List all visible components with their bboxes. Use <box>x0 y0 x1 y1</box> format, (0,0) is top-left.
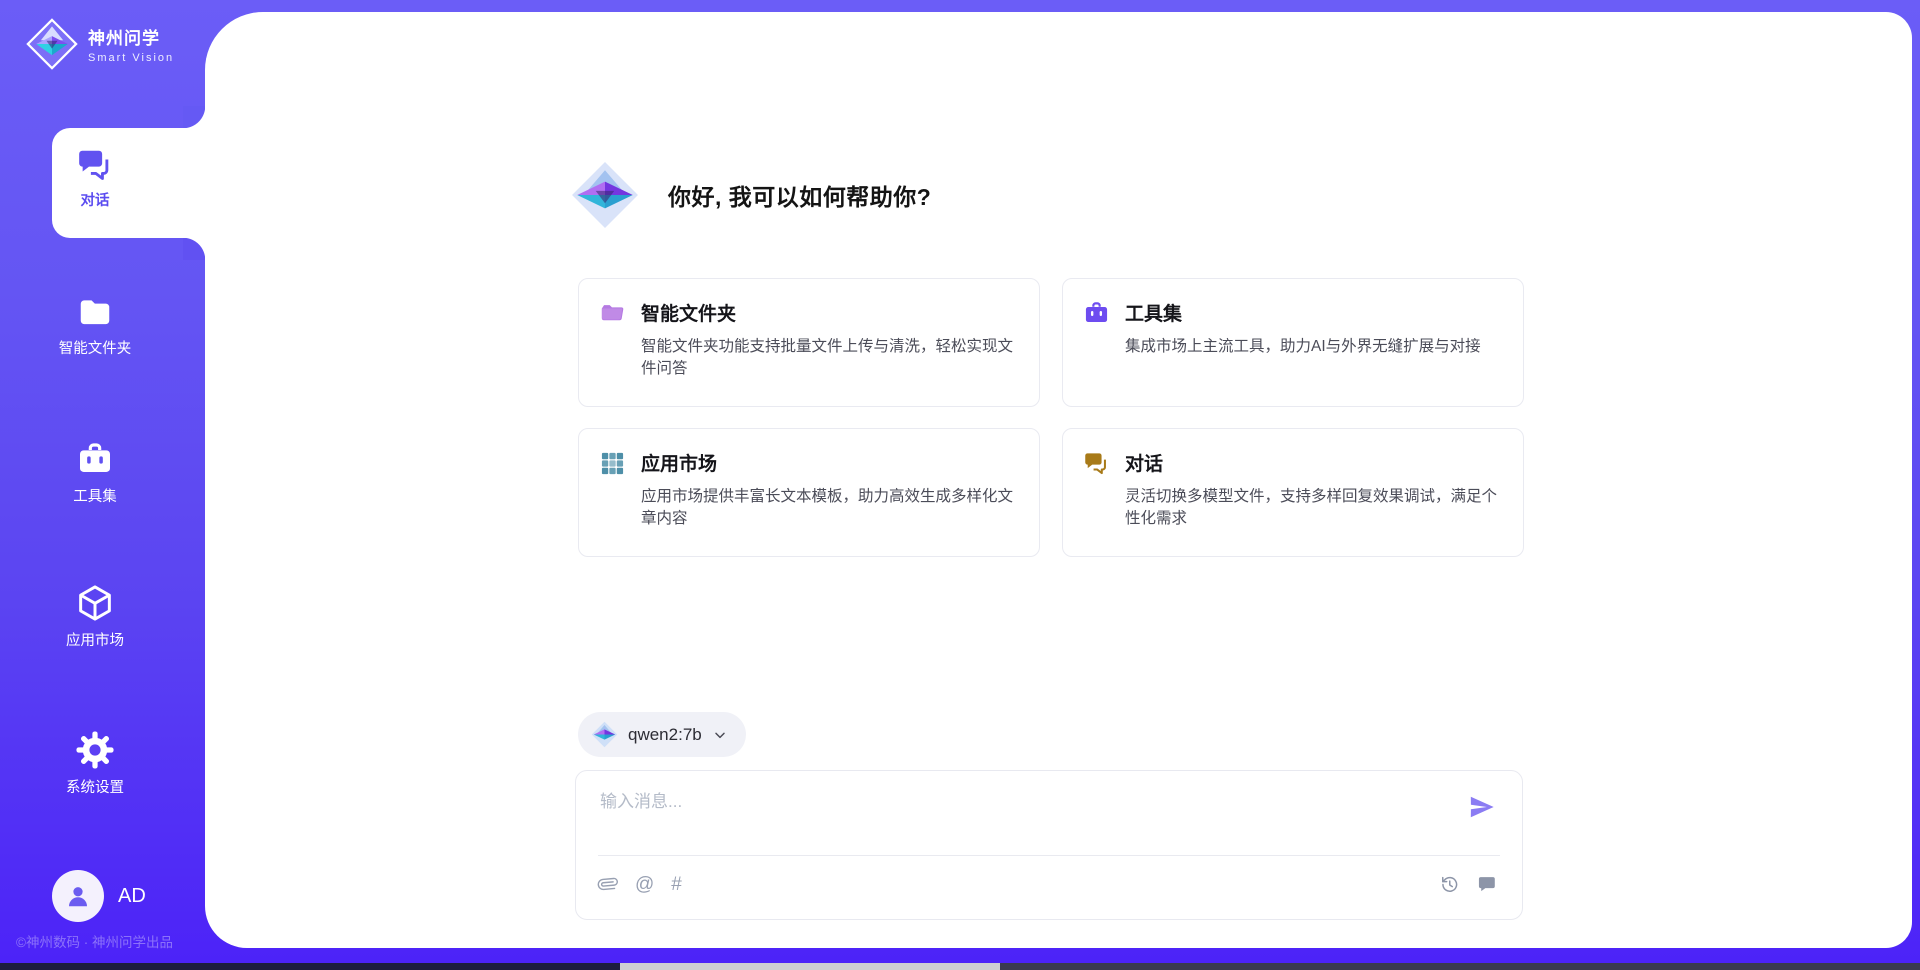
briefcase-icon <box>1079 299 1125 327</box>
brand-logo: 神州问学 Smart Vision <box>26 18 174 70</box>
greeting-title: 你好, 我可以如何帮助你? <box>668 178 931 212</box>
composer-divider <box>598 855 1500 856</box>
chat-bubble-icon[interactable] <box>1476 873 1498 895</box>
folder-icon <box>76 294 114 332</box>
sidebar-item-label: 对话 <box>81 189 110 210</box>
message-composer: @ # <box>575 770 1523 920</box>
folder-icon <box>595 299 641 327</box>
strip-segment <box>620 963 1000 970</box>
gear-icon <box>74 729 116 771</box>
card-app-market[interactable]: 应用市场 应用市场提供丰富长文本模板，助力高效生成多样化文章内容 <box>578 428 1040 557</box>
card-title: 应用市场 <box>641 449 1015 477</box>
sidebar-item-app-market[interactable]: 应用市场 <box>0 582 190 654</box>
chevron-down-icon <box>712 727 728 743</box>
card-title: 工具集 <box>1125 299 1499 327</box>
model-selector[interactable]: qwen2:7b <box>578 712 746 757</box>
briefcase-icon <box>75 440 115 480</box>
sidebar-item-chat[interactable]: 对话 <box>0 146 190 218</box>
greeting-block: 你好, 我可以如何帮助你? <box>570 160 931 230</box>
app-window: 神州问学 Smart Vision 对话 智能文件夹 <box>0 0 1920 970</box>
model-diamond-icon <box>591 721 618 748</box>
card-smart-folder[interactable]: 智能文件夹 智能文件夹功能支持批量文件上传与清洗，轻松实现文件问答 <box>578 278 1040 407</box>
hash-topic-icon[interactable]: # <box>671 875 682 894</box>
card-description: 智能文件夹功能支持批量文件上传与清洗，轻松实现文件问答 <box>641 336 1015 388</box>
composer-left-icons: @ # <box>598 874 682 894</box>
history-icon[interactable] <box>1439 874 1460 895</box>
active-tab-fillet-bottom <box>183 238 205 260</box>
cube-icon <box>74 582 116 624</box>
chat-icon <box>76 146 114 184</box>
card-title: 对话 <box>1125 449 1499 477</box>
sidebar: 神州问学 Smart Vision 对话 智能文件夹 <box>0 0 205 970</box>
brand-name: 神州问学 <box>88 24 174 49</box>
brand-text: 神州问学 Smart Vision <box>88 24 174 64</box>
card-description: 集成市场上主流工具，助力AI与外界无缝扩展与对接 <box>1125 336 1499 388</box>
sidebar-item-label: 工具集 <box>73 485 117 506</box>
paperclip-icon[interactable] <box>598 874 618 894</box>
sidebar-item-toolset[interactable]: 工具集 <box>0 440 190 512</box>
strip-segment <box>0 963 620 970</box>
sidebar-item-settings[interactable]: 系统设置 <box>0 729 190 801</box>
user-initials: AD <box>118 885 146 908</box>
grid-icon <box>595 449 641 477</box>
sidebar-item-label: 系统设置 <box>66 776 124 797</box>
at-mention-icon[interactable]: @ <box>635 875 654 894</box>
model-name: qwen2:7b <box>628 725 702 745</box>
sidebar-item-smart-folder[interactable]: 智能文件夹 <box>0 294 190 366</box>
card-description: 灵活切换多模型文件，支持多样回复效果调试，满足个性化需求 <box>1125 486 1499 538</box>
avatar[interactable] <box>52 870 104 922</box>
brand-subtitle: Smart Vision <box>88 52 174 64</box>
copyright-footer: ©神州数码 · 神州问学出品 <box>16 931 173 951</box>
card-title: 智能文件夹 <box>641 299 1015 327</box>
card-description: 应用市场提供丰富长文本模板，助力高效生成多样化文章内容 <box>641 486 1015 538</box>
composer-toolbar: @ # <box>598 867 1498 901</box>
composer-right-icons <box>1439 873 1498 895</box>
brand-diamond-icon <box>26 18 78 70</box>
user-profile[interactable]: AD <box>52 870 146 922</box>
chat-icon <box>1079 449 1125 477</box>
window-bottom-strip <box>0 963 1920 970</box>
sidebar-item-label: 应用市场 <box>66 629 124 650</box>
sidebar-item-label: 智能文件夹 <box>59 337 132 358</box>
card-toolset[interactable]: 工具集 集成市场上主流工具，助力AI与外界无缝扩展与对接 <box>1062 278 1524 407</box>
strip-segment <box>1000 963 1920 970</box>
message-input[interactable] <box>600 787 1440 817</box>
send-icon[interactable] <box>1468 793 1496 821</box>
person-icon <box>63 881 93 911</box>
card-chat[interactable]: 对话 灵活切换多模型文件，支持多样回复效果调试，满足个性化需求 <box>1062 428 1524 557</box>
active-tab-fillet-top <box>183 106 205 128</box>
assistant-diamond-icon <box>570 160 640 230</box>
